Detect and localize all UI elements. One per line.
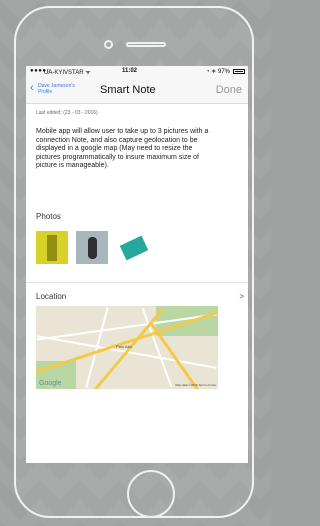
status-time: 11:02 <box>122 68 138 74</box>
page-title: Smart Note <box>100 84 156 96</box>
back-chevron-icon[interactable]: ‹ <box>30 82 34 94</box>
battery-percent: ◔ ∗ 97% <box>206 69 230 75</box>
done-button[interactable]: Done <box>216 84 242 96</box>
navigation-bar: ‹ Dave Jameson's Profile Smart Note Done <box>26 78 248 104</box>
status-bar: ●●●●○ UA-KYIVSTAR ᯤ 11:02 ◔ ∗ 97% <box>26 66 248 78</box>
camera-icon <box>104 40 113 49</box>
back-button[interactable]: Dave Jameson's Profile <box>38 83 78 95</box>
battery-icon <box>233 69 245 74</box>
home-button[interactable] <box>127 470 175 518</box>
app-screen: ●●●●○ UA-KYIVSTAR ᯤ 11:02 ◔ ∗ 97% ‹ Dave… <box>26 66 248 463</box>
carrier-label: UA-KYIVSTAR ᯤ <box>44 70 91 76</box>
speaker-grille <box>126 42 166 47</box>
